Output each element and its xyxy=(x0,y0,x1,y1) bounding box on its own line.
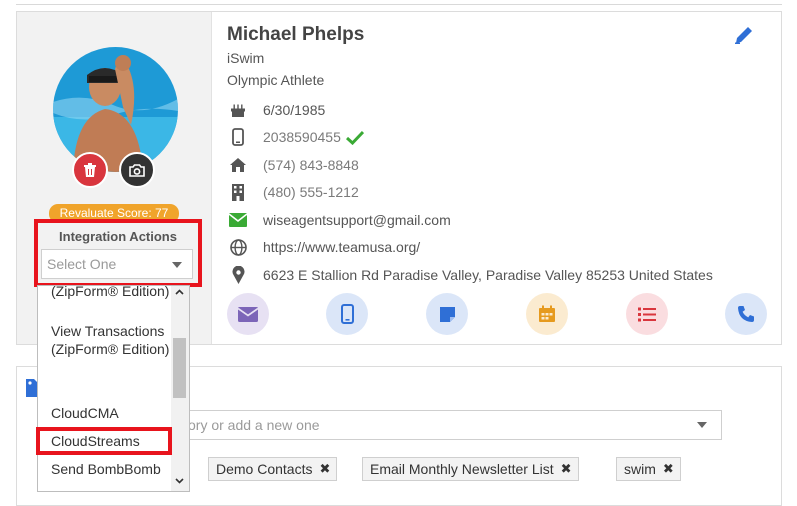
mobile-link[interactable]: 2038590455 xyxy=(263,129,341,145)
add-event-button[interactable] xyxy=(526,293,568,335)
top-divider xyxy=(16,0,782,5)
remove-tag-icon[interactable]: ✖ xyxy=(319,461,330,477)
chevron-down-icon xyxy=(172,262,182,268)
home-phone-row: (574) 843-8848 xyxy=(227,154,359,176)
envelope-icon xyxy=(227,211,249,229)
mobile-phone-icon xyxy=(227,128,249,146)
dropdown-scrollbar[interactable] xyxy=(171,286,189,491)
birthday-value: 6/30/1985 xyxy=(263,102,326,118)
delete-photo-button[interactable] xyxy=(72,152,108,188)
email-link[interactable]: wiseagentsupport@gmail.com xyxy=(263,212,451,228)
phone-icon xyxy=(738,306,754,322)
sticky-note-icon xyxy=(439,306,455,322)
call-button[interactable] xyxy=(725,293,767,335)
website-link[interactable]: https://www.teamusa.org/ xyxy=(263,239,420,255)
contact-title: Olympic Athlete xyxy=(227,72,325,88)
scroll-up-icon[interactable] xyxy=(175,288,184,297)
scroll-down-icon[interactable] xyxy=(175,476,184,485)
dropdown-option[interactable]: View Transactions (ZipForm® Edition) xyxy=(51,322,173,358)
integration-actions-select[interactable]: Select One xyxy=(41,249,193,279)
home-icon xyxy=(227,156,249,174)
remove-tag-icon[interactable]: ✖ xyxy=(561,461,572,477)
pencil-icon xyxy=(735,27,752,44)
tag-label: Demo Contacts xyxy=(216,461,313,477)
cloudstreams-highlight xyxy=(36,427,172,455)
tag-chip: Demo Contacts ✖ xyxy=(208,457,338,481)
add-note-button[interactable] xyxy=(426,293,468,335)
tag-label: Email Monthly Newsletter List xyxy=(370,461,554,477)
integration-actions-label: Integration Actions xyxy=(59,229,177,244)
camera-icon xyxy=(129,163,145,177)
tag-chip: swim ✖ xyxy=(616,457,681,481)
avatar xyxy=(53,47,178,172)
remove-tag-icon[interactable]: ✖ xyxy=(663,461,674,477)
mobile-phone-icon xyxy=(340,304,354,324)
dropdown-option[interactable]: CloudCMA xyxy=(51,404,173,422)
birthday-cake-icon xyxy=(227,101,249,119)
building-icon xyxy=(227,183,249,201)
mobile-row: 2038590455 xyxy=(227,126,364,148)
address-row: 6623 E Stallion Rd Paradise Valley, Para… xyxy=(227,264,713,286)
work-phone-link[interactable]: (480) 555-1212 xyxy=(263,184,359,200)
verified-check-icon xyxy=(345,130,364,145)
birthday-row: 6/30/1985 xyxy=(227,99,325,121)
tag-chip: Email Monthly Newsletter List ✖ xyxy=(362,457,579,481)
trash-icon xyxy=(84,163,96,177)
edit-contact-button[interactable] xyxy=(733,24,755,51)
integration-select-placeholder: Select One xyxy=(47,256,117,272)
integration-actions-highlight: Integration Actions Select One xyxy=(34,219,202,287)
tag-search-input[interactable]: ory or add a new one xyxy=(177,410,722,440)
email-row: wiseagentsupport@gmail.com xyxy=(227,209,451,231)
scrollbar-thumb[interactable] xyxy=(173,338,186,398)
website-row: https://www.teamusa.org/ xyxy=(227,236,420,258)
envelope-icon xyxy=(238,306,258,322)
tag-input-placeholder: ory or add a new one xyxy=(188,417,320,433)
home-phone-link[interactable]: (574) 843-8848 xyxy=(263,157,359,173)
contact-name: Michael Phelps xyxy=(227,24,365,45)
chevron-down-icon xyxy=(697,422,707,428)
upload-photo-button[interactable] xyxy=(119,152,155,188)
integration-actions-dropdown[interactable]: (ZipForm® Edition) View Transactions (Zi… xyxy=(37,285,190,492)
work-phone-row: (480) 555-1212 xyxy=(227,181,359,203)
map-marker-icon xyxy=(227,266,249,284)
send-text-button[interactable] xyxy=(326,293,368,335)
task-list-icon xyxy=(638,307,656,321)
dropdown-option[interactable]: Send BombBomb xyxy=(51,460,173,478)
calendar-icon xyxy=(539,305,555,322)
tag-label: swim xyxy=(624,461,656,477)
send-email-button[interactable] xyxy=(227,293,269,335)
dropdown-option[interactable]: (ZipForm® Edition) xyxy=(51,286,173,300)
globe-icon xyxy=(227,238,249,256)
contact-company: iSwim xyxy=(227,50,265,66)
add-task-button[interactable] xyxy=(626,293,668,335)
address-value: 6623 E Stallion Rd Paradise Valley, Para… xyxy=(263,267,713,283)
